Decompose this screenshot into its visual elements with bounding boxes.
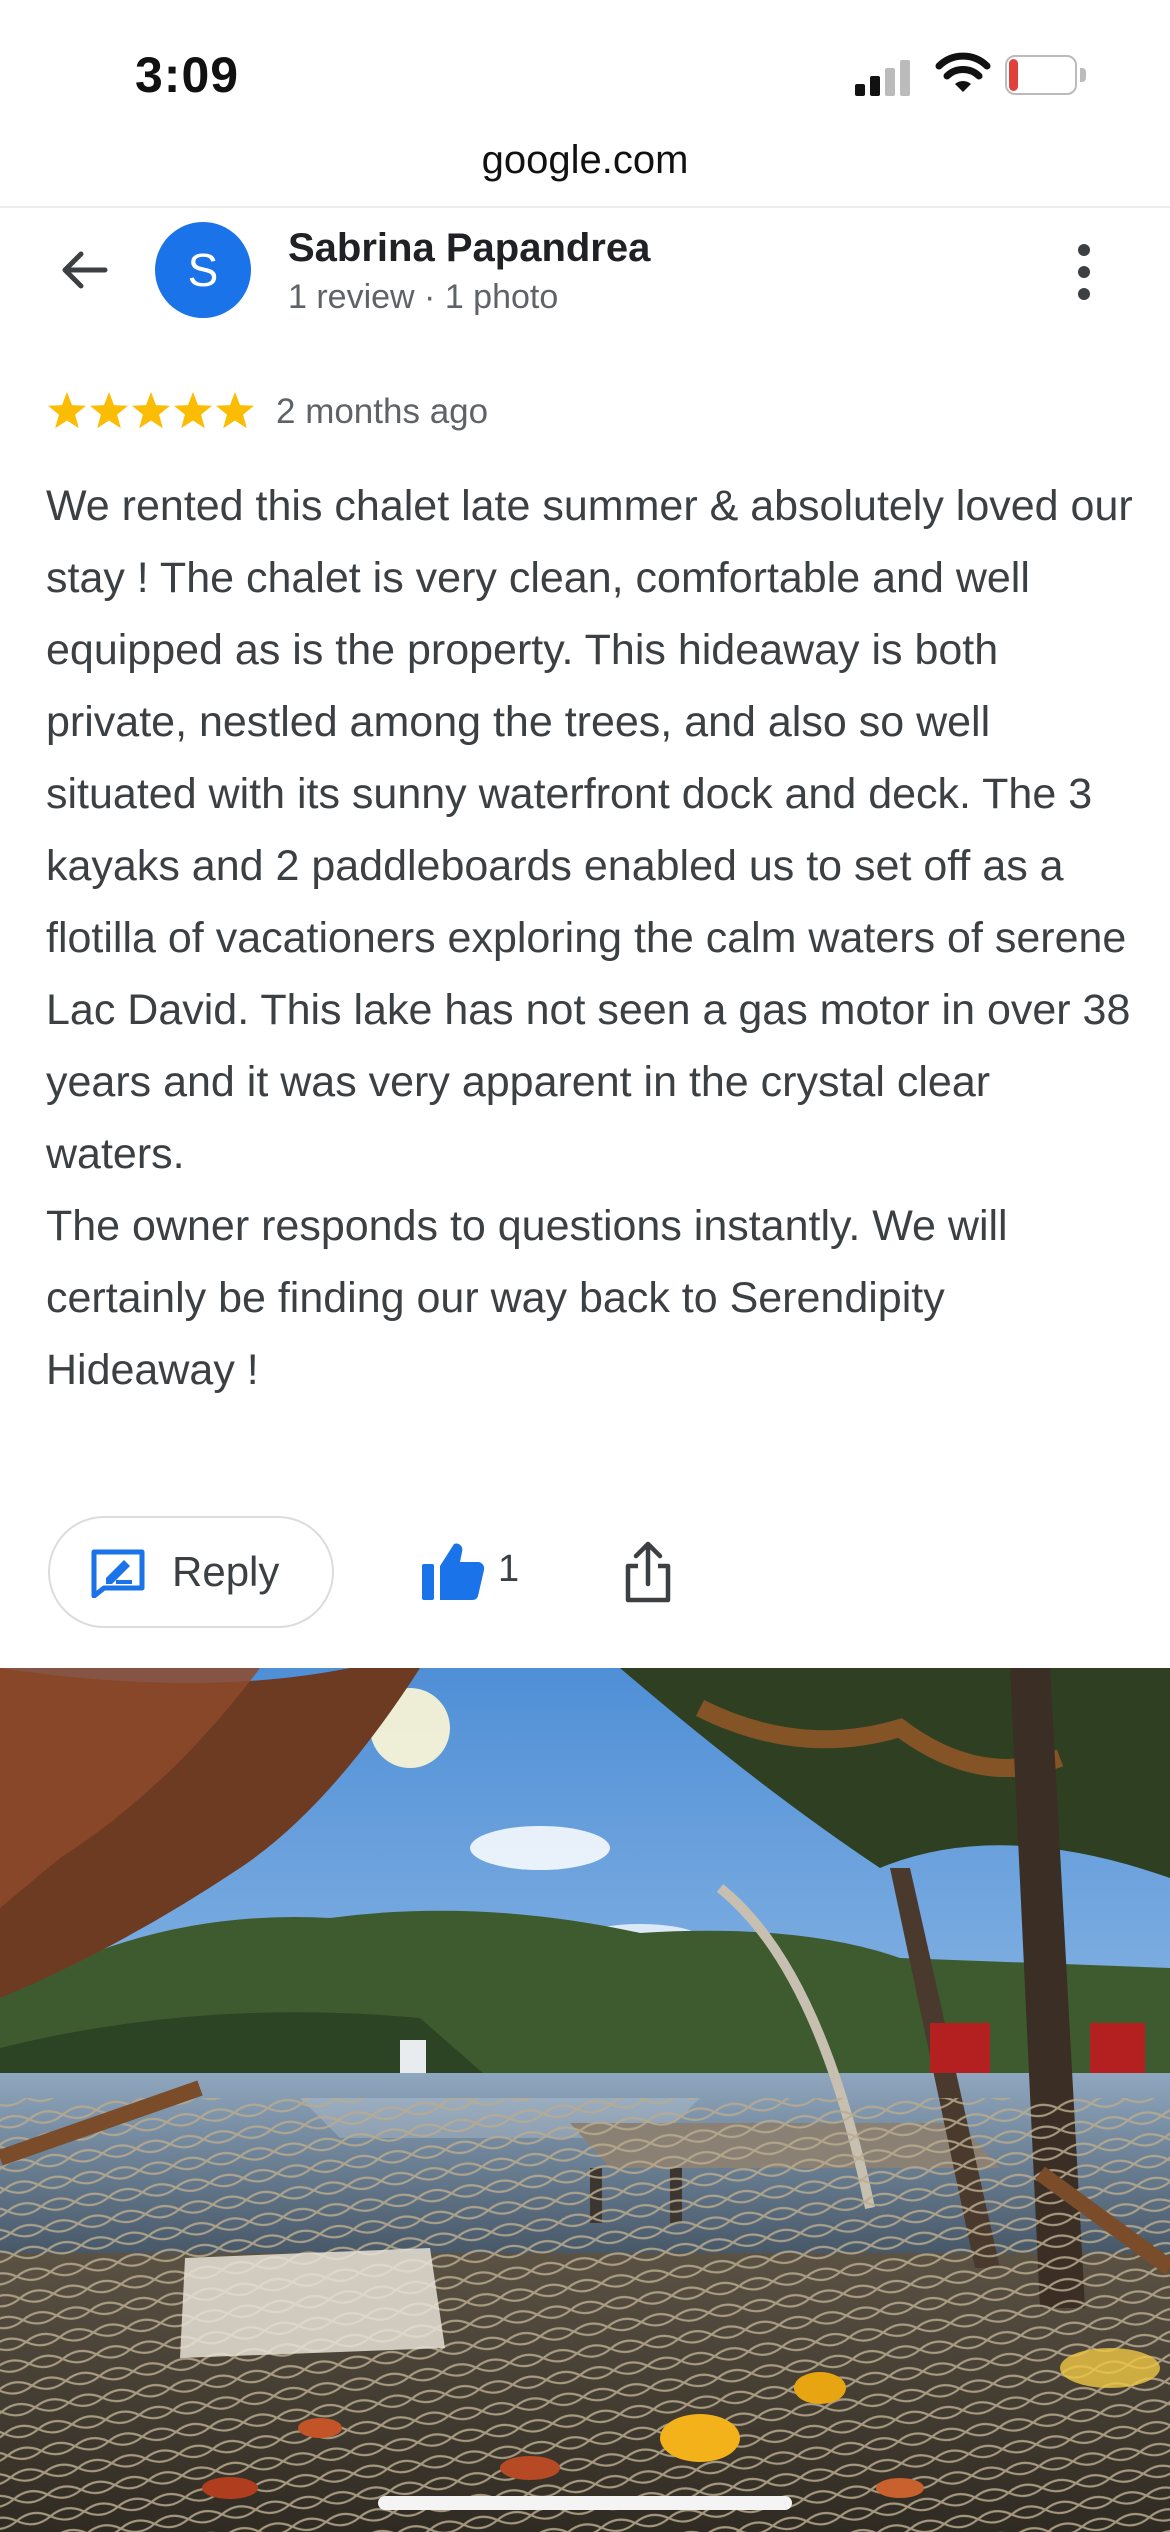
status-time: 3:09: [135, 47, 240, 103]
arrow-left-icon[interactable]: [55, 240, 115, 300]
review-paragraph: We rented this chalet late summer & abso…: [46, 482, 1133, 1178]
star-icon: [174, 392, 212, 429]
star-icon: [132, 392, 170, 429]
battery-body: 13: [1005, 55, 1077, 95]
thumbs-up-icon[interactable]: [420, 1540, 486, 1602]
star-icon: [216, 392, 254, 429]
like-count: 1: [498, 1548, 520, 1590]
battery-indicator: 13: [1005, 55, 1087, 97]
more-dot: [1078, 288, 1090, 300]
review-photo[interactable]: [0, 1668, 1170, 2532]
more-vertical-icon[interactable]: [1070, 240, 1102, 304]
more-dot: [1078, 244, 1090, 256]
home-indicator[interactable]: [378, 2496, 792, 2510]
wifi-icon: [935, 52, 991, 92]
reviewer-name[interactable]: Sabrina Papandrea: [288, 226, 650, 271]
review-date: 2 months ago: [276, 392, 489, 431]
review-photo-image: [0, 1668, 1170, 2532]
reply-label: Reply: [172, 1548, 280, 1595]
status-bar: 3:09 13: [0, 0, 1170, 140]
url-bar[interactable]: google.com: [0, 138, 1170, 183]
review-text: We rented this chalet late summer & abso…: [46, 470, 1136, 1406]
header-divider: [0, 206, 1170, 208]
battery-cap: [1080, 68, 1086, 82]
star-rating: [48, 392, 254, 429]
more-dot: [1078, 266, 1090, 278]
avatar[interactable]: S: [155, 222, 251, 318]
battery-level: 13: [1027, 61, 1059, 92]
review-paragraph: The owner responds to questions instantl…: [46, 1202, 1008, 1394]
star-icon: [48, 392, 86, 429]
reply-icon: [91, 1549, 145, 1598]
reply-button[interactable]: Reply: [48, 1516, 334, 1628]
share-icon[interactable]: [622, 1540, 674, 1604]
reviewer-meta: 1 review · 1 photo: [288, 278, 559, 316]
signal-icon: [855, 60, 910, 96]
star-icon: [90, 392, 128, 429]
